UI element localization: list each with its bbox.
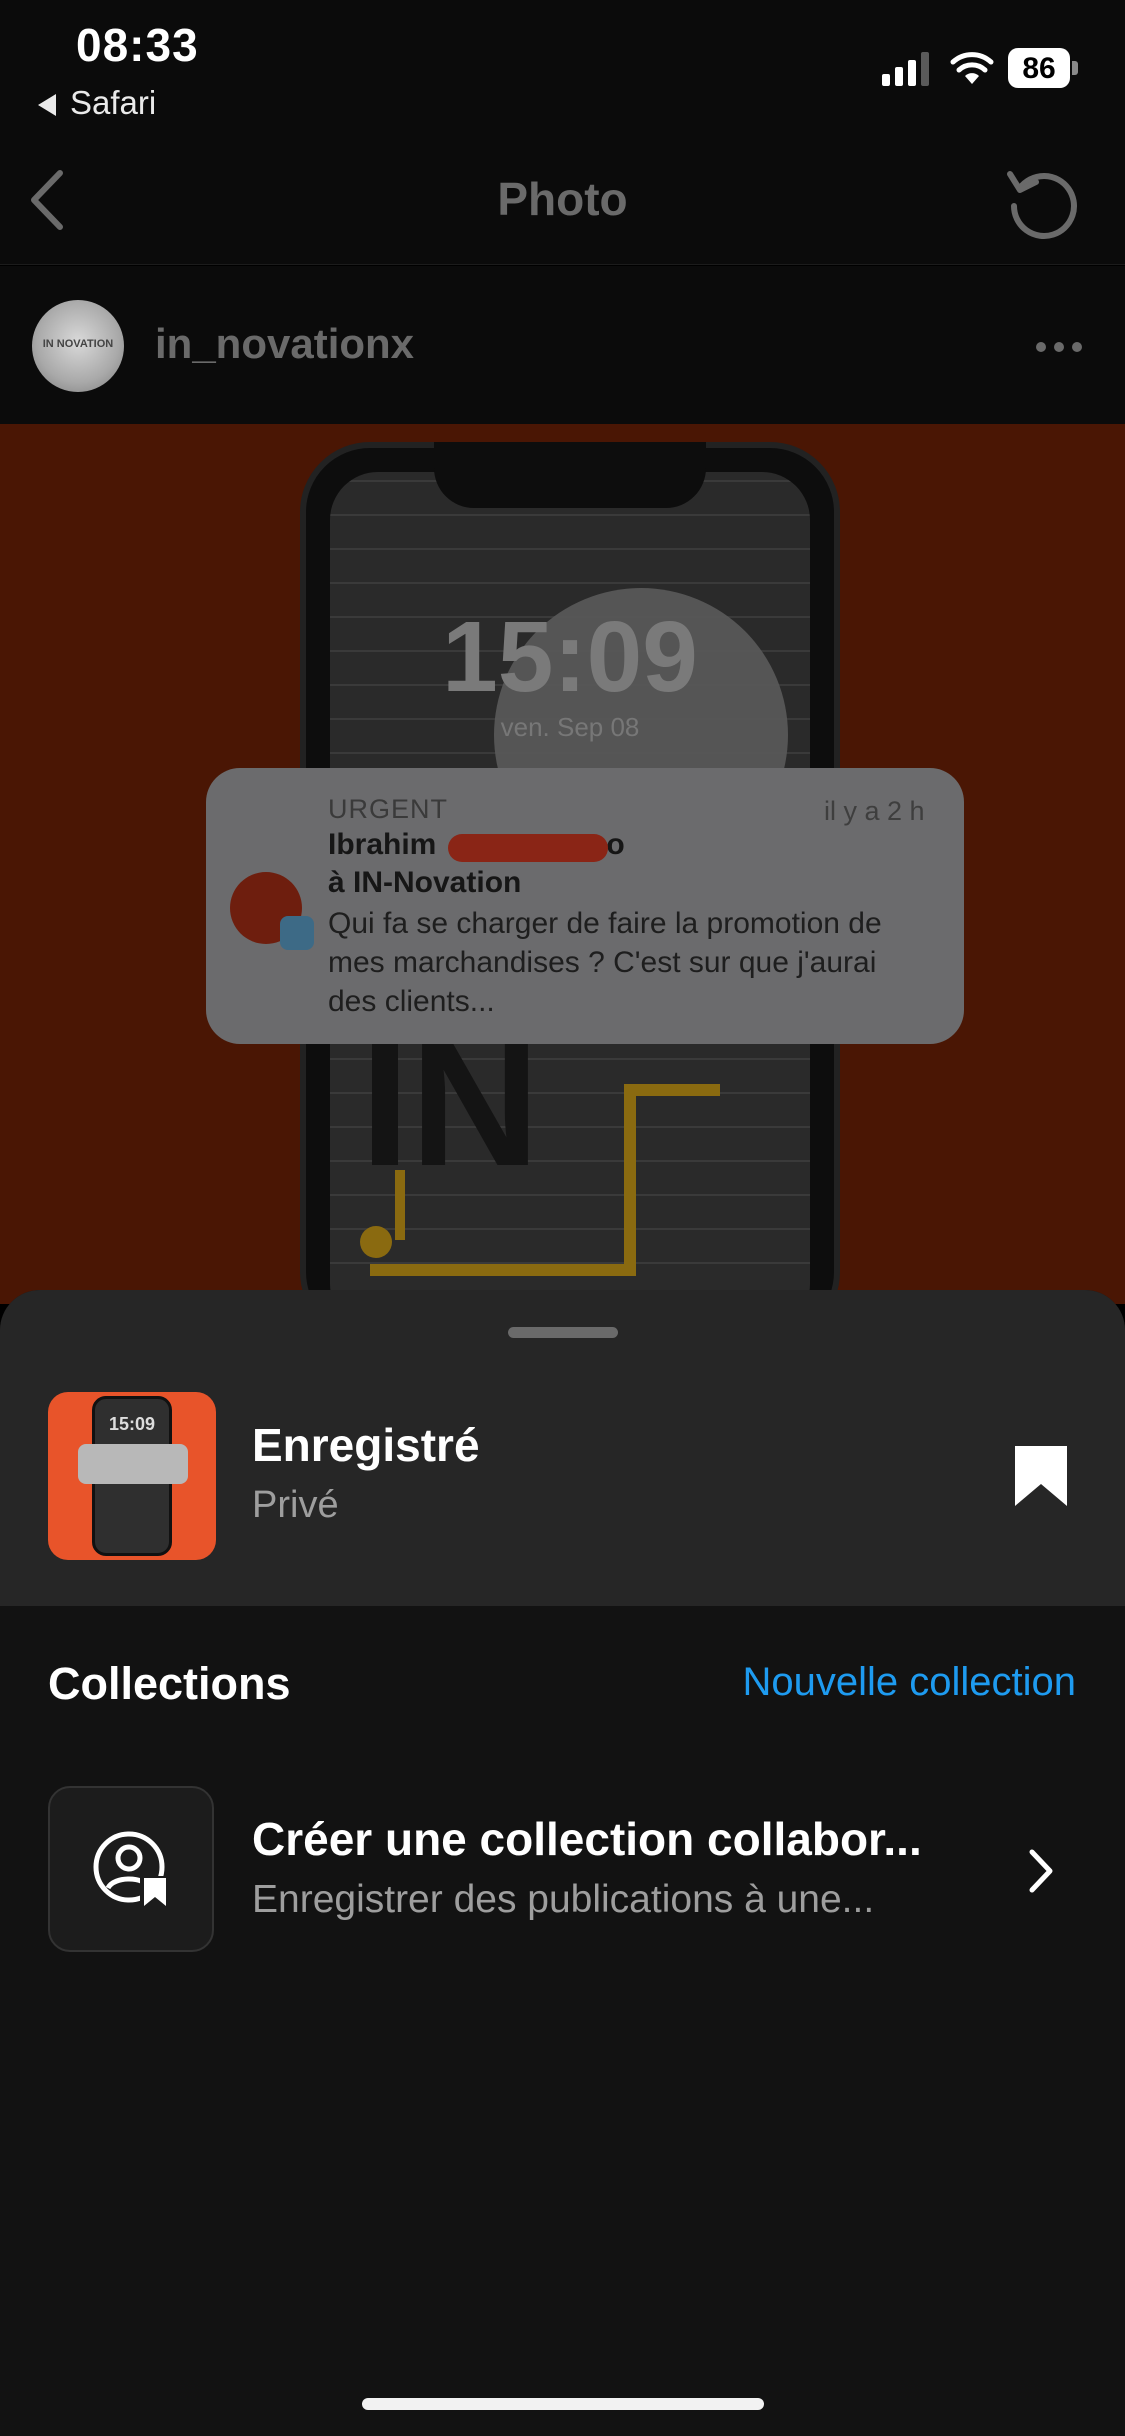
more-horizontal-icon[interactable] <box>1034 340 1084 354</box>
home-indicator[interactable] <box>362 2398 764 2410</box>
refresh-icon[interactable] <box>1000 160 1084 244</box>
notification-label: URGENT <box>328 794 448 824</box>
phone-notch <box>434 442 706 508</box>
pipe-graphic <box>360 1084 720 1276</box>
notification-body: Qui fa se charger de faire la promotion … <box>328 907 882 1018</box>
post-username[interactable]: in_novationx <box>155 320 414 368</box>
battery-icon: 86 <box>1008 48 1080 88</box>
cellular-signal-icon <box>882 52 929 86</box>
redaction-scribble <box>448 834 608 862</box>
chevron-right-icon <box>1029 1849 1053 1893</box>
avatar-logo-text: IN NOVATION <box>42 338 114 350</box>
notification-group: à IN-Novation <box>328 866 522 899</box>
lockscreen-time: 15:09 <box>442 601 698 713</box>
sender-name: Ibrahim <box>328 828 437 861</box>
thumbnail-notification <box>78 1444 188 1484</box>
app-badge-icon <box>280 916 314 950</box>
back-to-safari-link[interactable]: Safari <box>38 84 156 122</box>
thumbnail-time: 15:09 <box>108 1414 156 1434</box>
back-app-label: Safari <box>70 84 157 121</box>
status-time: 08:33 <box>76 19 199 71</box>
bookmark-filled-icon[interactable] <box>1013 1444 1069 1508</box>
battery-level: 86 <box>1022 52 1056 85</box>
notification-time: il y a 2 h <box>824 796 925 826</box>
sender-suffix: o <box>606 828 625 861</box>
saved-privacy: Privé <box>252 1484 339 1526</box>
collections-heading: Collections <box>48 1658 291 1709</box>
lockscreen-date: ven. Sep 08 <box>500 712 640 742</box>
collaborative-collection-icon <box>93 1831 168 1906</box>
page-title: Photo <box>497 173 628 225</box>
collab-title: Créer une collection collabor... <box>252 1813 922 1865</box>
sheet-grabber[interactable] <box>508 1327 618 1338</box>
wifi-icon <box>950 52 994 84</box>
collab-subtitle: Enregistrer des publications à une... <box>252 1878 875 1921</box>
back-triangle-icon <box>38 94 56 117</box>
new-collection-link[interactable]: Nouvelle collection <box>742 1660 1076 1705</box>
saved-title: Enregistré <box>252 1419 480 1471</box>
